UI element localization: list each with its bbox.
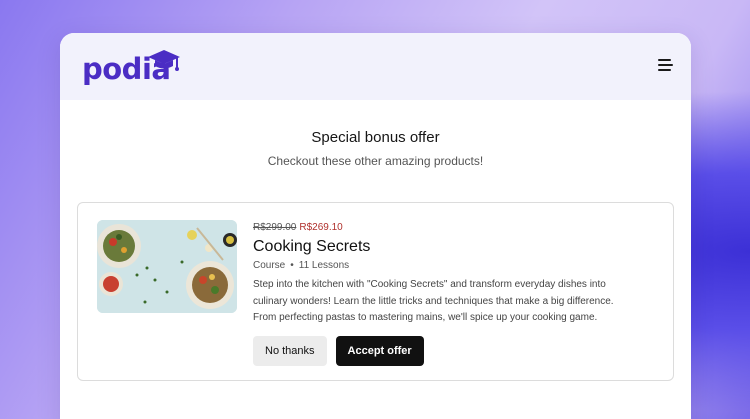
top-bar: podia [60,33,691,100]
offer-heading: Special bonus offer [311,129,440,146]
offer-subheading: Checkout these other amazing products! [267,154,484,168]
product-card: R$299.00 R$269.10 Cooking Secrets Course •… [77,202,674,381]
meta-separator: • [290,260,294,271]
product-image [97,220,237,313]
graduation-cap-icon [148,50,180,71]
price-line: R$299.00 R$269.10 [253,221,653,234]
accept-offer-button[interactable]: Accept offer [335,335,424,366]
lesson-count: 11 Lessons [298,260,350,271]
offer-actions: No thanks Accept offer [253,335,653,366]
product-description: Step into the kitchen with "Cooking Secr… [253,279,614,323]
product-details: R$299.00 R$269.10 Cooking Secrets Course •… [253,221,653,366]
hamburger-menu-icon[interactable] [658,59,673,73]
discount-price: R$269.10 [299,222,343,233]
product-type: Course [253,260,286,271]
original-price: R$299.00 [253,222,297,233]
product-meta: Course • 11 Lessons [253,260,653,271]
podia-logo[interactable]: podia [82,49,180,85]
product-title: Cooking Secrets [253,238,371,255]
upsell-window: podia Special bonus offer Checkout these… [60,33,691,419]
no-thanks-button[interactable]: No thanks [253,335,327,366]
